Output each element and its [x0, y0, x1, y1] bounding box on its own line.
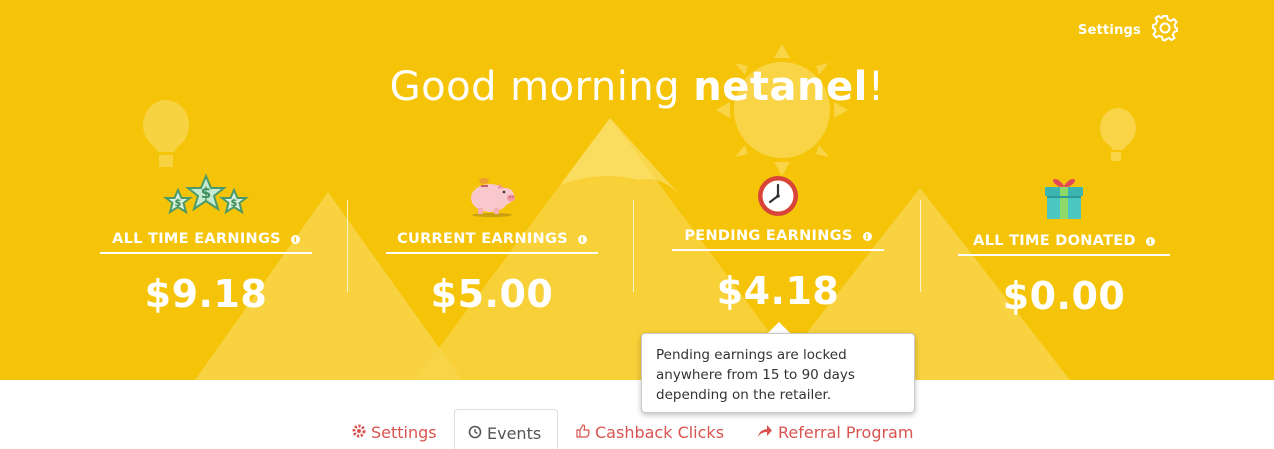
stat-amount: $4.18: [716, 269, 840, 313]
stat-amount: $9.18: [144, 272, 268, 316]
stat-current-earnings: CURRENT EARNINGS i $5.00: [386, 172, 598, 316]
settings-link[interactable]: Settings: [1078, 14, 1179, 46]
pending-earnings-tooltip: Pending earnings are locked anywhere fro…: [641, 333, 915, 413]
svg-text:$: $: [201, 184, 211, 202]
tab-label: Cashback Clicks: [595, 423, 725, 442]
tab-events[interactable]: Events: [454, 409, 558, 449]
share-arrow-icon: [757, 423, 773, 442]
balloon-left: [143, 100, 189, 167]
stat-title: ALL TIME EARNINGS: [112, 231, 281, 247]
svg-text:$: $: [175, 198, 182, 209]
greeting-heading: Good morning netanel!: [0, 64, 1274, 110]
tab-referral-program[interactable]: Referral Program: [757, 409, 913, 449]
stat-all-time-donated: ALL TIME DONATED i $0.00: [958, 174, 1170, 318]
stat-amount: $0.00: [1002, 274, 1126, 318]
tooltip-text: Pending earnings are locked anywhere fro…: [656, 347, 855, 403]
info-icon[interactable]: i: [862, 231, 872, 241]
hero-banner: Settings Good morning netanel! $ $ $ ALL…: [0, 0, 1274, 380]
stars-icon: $ $ $: [100, 172, 312, 222]
info-icon[interactable]: i: [1145, 236, 1155, 246]
thumbs-up-icon: [576, 423, 590, 442]
info-icon[interactable]: i: [290, 234, 300, 244]
balloon-right: [1100, 108, 1136, 161]
stat-title: PENDING EARNINGS: [684, 228, 853, 244]
gear-icon: [1151, 14, 1179, 46]
clock-icon: [468, 424, 482, 443]
account-tabs: Settings Events Cashback Clicks Referral…: [0, 409, 1274, 449]
greeting-prefix: Good morning: [389, 64, 694, 110]
svg-text:$: $: [231, 198, 238, 209]
greeting-suffix: !: [867, 64, 885, 110]
clock-icon: [672, 174, 884, 222]
tooltip-arrow: [768, 322, 790, 333]
tab-label: Settings: [371, 423, 437, 442]
stat-title: ALL TIME DONATED: [973, 233, 1136, 249]
stat-title: CURRENT EARNINGS: [397, 231, 568, 247]
settings-link-label: Settings: [1078, 22, 1141, 38]
tab-label: Referral Program: [778, 423, 914, 442]
gear-icon: [352, 423, 366, 442]
gift-icon: [958, 174, 1170, 226]
info-icon[interactable]: i: [577, 234, 587, 244]
stat-pending-earnings: PENDING EARNINGS i $4.18: [672, 174, 884, 313]
stat-amount: $5.00: [430, 272, 554, 316]
stat-divider: [633, 200, 634, 292]
stat-title-row: ALL TIME DONATED i: [958, 228, 1170, 256]
stat-title-row: ALL TIME EARNINGS i: [100, 226, 312, 254]
stat-divider: [920, 200, 921, 292]
piggy-bank-icon: [386, 172, 598, 222]
stat-all-time-earnings: $ $ $ ALL TIME EARNINGS i $9.18: [100, 172, 312, 316]
tab-cashback-clicks[interactable]: Cashback Clicks: [576, 409, 724, 449]
tab-settings[interactable]: Settings: [352, 409, 437, 449]
stat-divider: [347, 200, 348, 292]
stat-title-row: PENDING EARNINGS i: [672, 223, 884, 251]
tab-label: Events: [487, 424, 542, 443]
stat-title-row: CURRENT EARNINGS i: [386, 226, 598, 254]
greeting-username: netanel: [693, 64, 868, 110]
